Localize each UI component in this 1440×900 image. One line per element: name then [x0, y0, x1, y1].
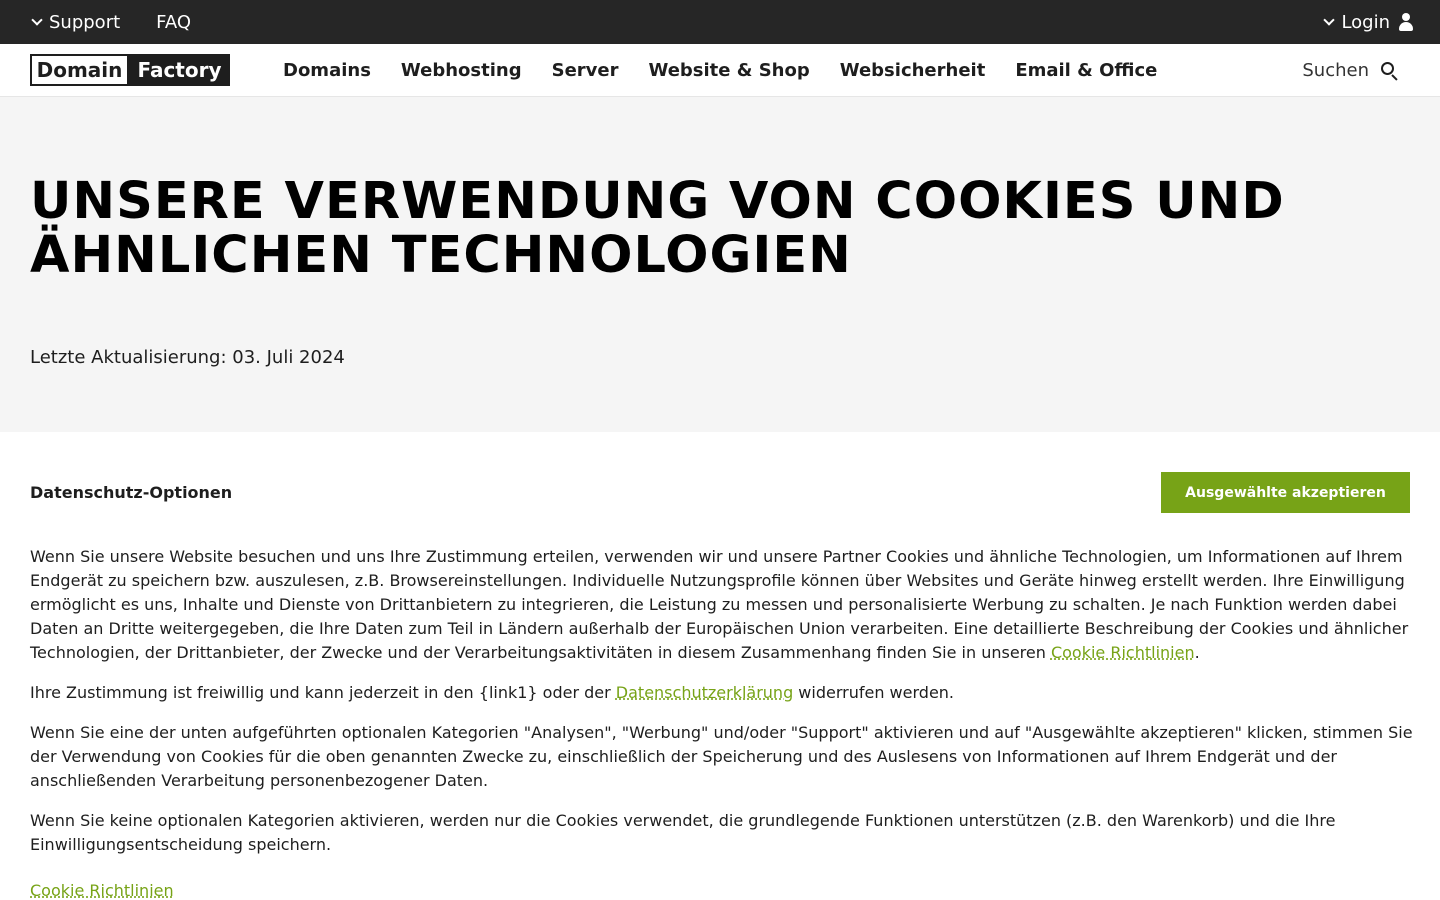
privacy-text: Wenn Sie unsere Website besuchen und uns…: [30, 545, 1415, 873]
hero-section: UNSERE VERWENDUNG VON COOKIES UND ÄHNLIC…: [0, 97, 1440, 432]
cookie-policy-link[interactable]: Cookie Richtlinien: [1051, 643, 1195, 662]
login-menu[interactable]: Login: [1322, 12, 1414, 33]
top-bar-right: Login: [1322, 0, 1414, 44]
top-bar: Support FAQ Login: [0, 0, 1440, 44]
nav-item-website-shop[interactable]: Website & Shop: [648, 60, 809, 81]
privacy-paragraph: Wenn Sie unsere Website besuchen und uns…: [30, 545, 1415, 665]
search-button[interactable]: Suchen: [1302, 44, 1398, 97]
support-label: Support: [49, 11, 121, 33]
privacy-options-panel: Datenschutz-Optionen Ausgewählte akzepti…: [0, 432, 1440, 900]
last-updated: Letzte Aktualisierung: 03. Juli 2024: [30, 347, 345, 368]
nav-item-webhosting[interactable]: Webhosting: [401, 60, 522, 81]
privacy-paragraph: Ihre Zustimmung ist freiwillig und kann …: [30, 681, 1415, 705]
privacy-paragraph: Wenn Sie eine der unten aufgeführten opt…: [30, 723, 1413, 790]
logo-domain: Domain: [30, 54, 129, 86]
faq-link[interactable]: FAQ: [156, 12, 191, 33]
nav-menu: Domains Webhosting Server Website & Shop…: [283, 44, 1187, 97]
nav-item-email-office[interactable]: Email & Office: [1015, 60, 1157, 81]
nav-item-websicherheit[interactable]: Websicherheit: [840, 60, 986, 81]
search-label: Suchen: [1302, 60, 1369, 81]
support-menu[interactable]: Support: [30, 12, 120, 33]
chevron-down-icon: [1323, 14, 1336, 26]
search-icon: [1381, 61, 1398, 81]
page-title: UNSERE VERWENDUNG VON COOKIES UND ÄHNLIC…: [30, 172, 1285, 285]
main-navigation: Domain Factory Domains Webhosting Server…: [0, 44, 1440, 97]
top-bar-left: Support FAQ: [30, 0, 227, 44]
domainfactory-logo[interactable]: Domain Factory: [30, 54, 230, 86]
logo-factory: Factory: [129, 54, 230, 86]
paragraph-text: Wenn Sie unsere Website besuchen und uns…: [30, 547, 1409, 662]
paragraph-text: .: [1194, 643, 1200, 662]
nav-item-domains[interactable]: Domains: [283, 60, 371, 81]
nav-item-server[interactable]: Server: [552, 60, 619, 81]
privacy-policy-link[interactable]: Datenschutzerklärung: [616, 683, 793, 702]
user-icon: [1398, 12, 1414, 32]
login-label: Login: [1341, 11, 1390, 33]
accept-selected-button[interactable]: Ausgewählte akzeptieren: [1161, 472, 1410, 513]
privacy-options-title: Datenschutz-Optionen: [30, 483, 233, 502]
cookie-policy-link-bottom[interactable]: Cookie Richtlinien: [30, 881, 174, 900]
chevron-down-icon: [31, 14, 43, 26]
paragraph-text: widerrufen werden.: [793, 683, 955, 702]
paragraph-text: Ihre Zustimmung ist freiwillig und kann …: [30, 683, 616, 702]
privacy-paragraph: Wenn Sie keine optionalen Kategorien akt…: [30, 811, 1336, 854]
